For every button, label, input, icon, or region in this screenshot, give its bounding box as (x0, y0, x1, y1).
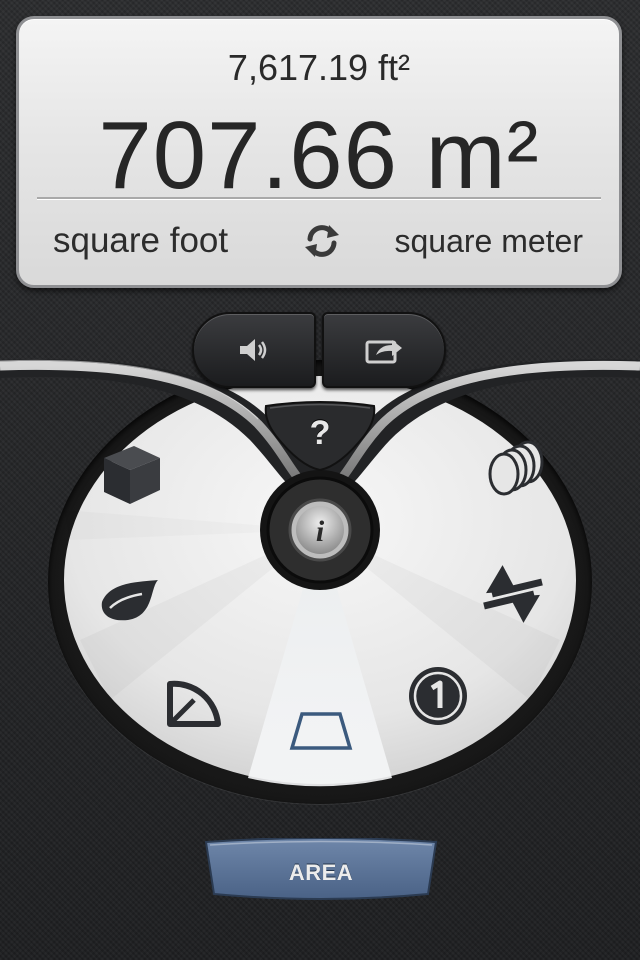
coin-icon[interactable] (406, 664, 470, 728)
protractor-icon[interactable] (164, 674, 226, 728)
top-pill-buttons (192, 312, 446, 388)
help-label: ? (309, 414, 331, 452)
sound-button[interactable] (192, 312, 316, 388)
share-icon (365, 340, 402, 364)
share-button[interactable] (322, 312, 446, 388)
speaker-icon (240, 339, 267, 361)
category-tab[interactable]: AREA (204, 838, 438, 902)
help-button[interactable]: ? (260, 400, 380, 474)
cube-icon[interactable] (100, 440, 164, 508)
trapezoid-icon[interactable] (286, 708, 356, 754)
info-button[interactable]: i (268, 487, 372, 591)
coins-stack-icon[interactable] (482, 440, 548, 498)
swap-arrows-icon[interactable] (478, 564, 548, 624)
drop-icon[interactable] (98, 578, 160, 622)
info-label: i (316, 515, 325, 548)
category-label: AREA (288, 860, 354, 885)
